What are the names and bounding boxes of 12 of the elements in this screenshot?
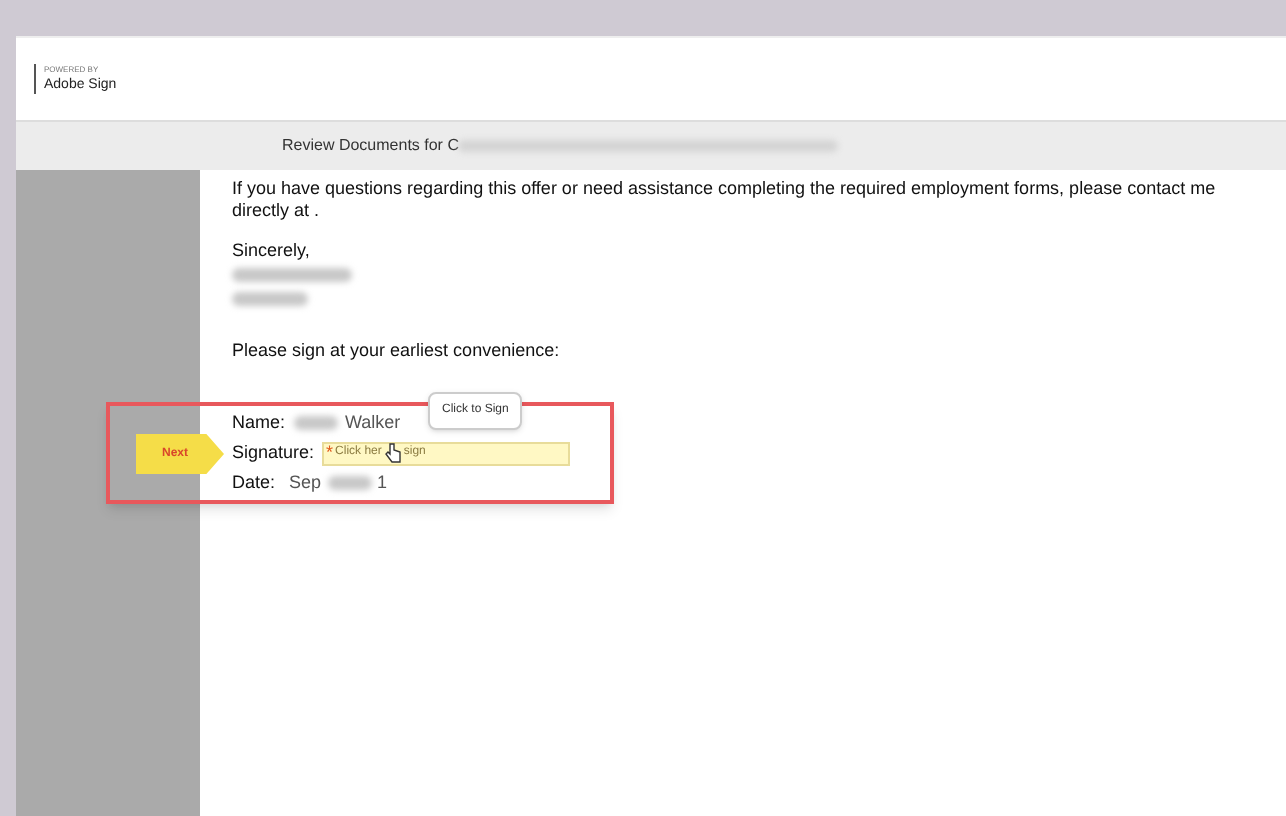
hand-cursor-icon	[383, 442, 402, 464]
field-value: Walker	[345, 412, 401, 434]
paragraph: If you have questions regarding this offer or need assistance completing the required employment forms, please contact me directly at .	[232, 178, 1218, 222]
field-label: Name:	[232, 412, 286, 434]
field-label: Signature:	[232, 442, 315, 464]
required-mark: *	[326, 443, 334, 461]
sign-prompt: Please sign at your earliest convenience:	[232, 340, 562, 362]
field-label: Date:	[232, 472, 276, 494]
field-value: 1	[377, 472, 388, 494]
document-title: Review Documents for C	[282, 134, 459, 158]
field-value: Sep	[289, 472, 322, 494]
closing-text: Sincerely,	[232, 240, 312, 262]
